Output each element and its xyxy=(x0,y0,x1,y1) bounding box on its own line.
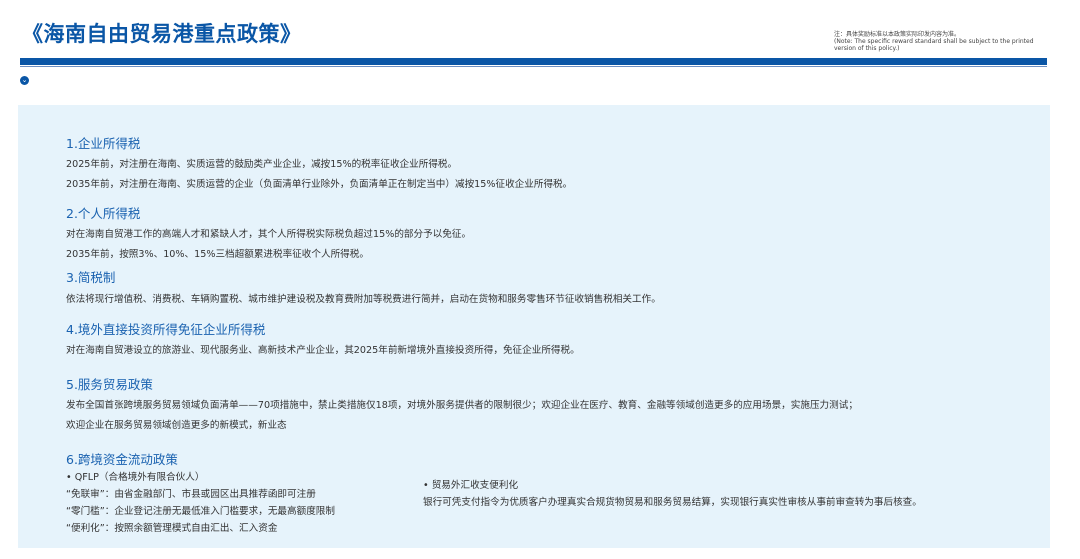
list-item: “零门槛”：企业登记注册无最低准入门槛要求，无最高额度限制 xyxy=(66,506,335,517)
section-text: 2025年前，对注册在海南、实质运营的鼓励类产业企业，减按15%的税率征收企业所… xyxy=(66,159,458,170)
section-heading-corporate-tax: 1.企业所得税 xyxy=(66,136,141,151)
header-rule-thin xyxy=(20,66,1047,67)
section-heading-capital-flow: 6.跨境资金流动政策 xyxy=(66,452,178,467)
section-text: 欢迎企业在服务贸易领域创造更多的新模式，新业态 xyxy=(66,420,287,431)
policy-note-en: (Note: The specific reward standard shal… xyxy=(834,38,1034,52)
section-text: 依法将现行增值税、消费税、车辆购置税、城市维护建设税及教育费附加等税费进行简并，… xyxy=(66,294,661,305)
section-heading-personal-tax: 2.个人所得税 xyxy=(66,206,141,221)
section-text: 2035年前，对注册在海南、实质运营的企业（负面清单行业除外，负面清单正在制定当… xyxy=(66,179,573,190)
section-text: 对在海南自贸港工作的高端人才和紧缺人才，其个人所得税实际税负超过15%的部分予以… xyxy=(66,229,472,240)
section-text: 发布全国首张跨境服务贸易领域负面清单——70项措施中，禁止类措施仅18项，对境外… xyxy=(66,400,858,411)
policy-note: 注：具体奖励标准以本政策实际印发内容为准。 (Note: The specifi… xyxy=(834,31,1048,52)
list-item: “便利化”：按照余额管理模式自由汇出、汇入资金 xyxy=(66,523,278,534)
section-heading-service-trade: 5.服务贸易政策 xyxy=(66,377,153,392)
section-text: 银行可凭支付指令为优质客户办理真实合规货物贸易和服务贸易结算，实现银行真实性审核… xyxy=(423,497,922,508)
chevron-down-icon[interactable]: ⌄ xyxy=(20,76,29,85)
section-heading-overseas-investment: 4.境外直接投资所得免征企业所得税 xyxy=(66,322,266,337)
section-text: 2035年前，按照3%、10%、15%三档超额累进税率征收个人所得税。 xyxy=(66,249,369,260)
section-text: 对在海南自贸港设立的旅游业、现代服务业、高新技术产业企业，其2025年前新增境外… xyxy=(66,345,580,356)
page-title: 《海南自由贸易港重点政策》 xyxy=(22,22,302,46)
policy-note-cn: 注：具体奖励标准以本政策实际印发内容为准。 xyxy=(834,31,961,38)
list-item: • 贸易外汇收支便利化 xyxy=(423,480,519,491)
list-item: • QFLP（合格境外有限合伙人） xyxy=(66,472,205,483)
section-heading-simple-tax: 3.简税制 xyxy=(66,270,116,285)
header-rule xyxy=(20,58,1047,65)
list-item: “免联审”：由省金融部门、市县或园区出具推荐函即可注册 xyxy=(66,489,316,500)
